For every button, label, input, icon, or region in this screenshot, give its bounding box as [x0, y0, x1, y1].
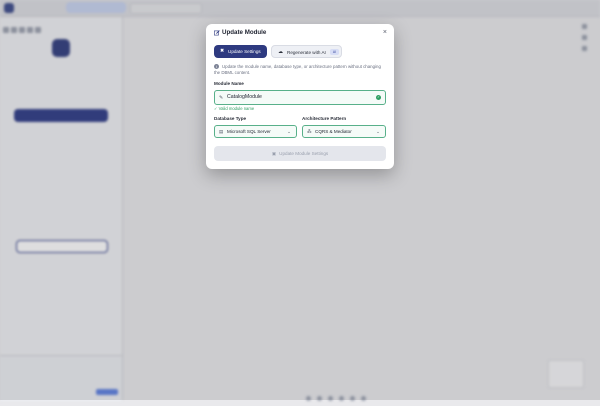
- database-icon: ▤: [219, 129, 224, 134]
- module-name-value: CatalogModule: [227, 94, 262, 100]
- check-circle-icon: ✓: [376, 95, 381, 100]
- edit-icon: [214, 30, 220, 36]
- database-type-value: Microsoft SQL Server: [227, 129, 271, 134]
- database-type-label: Database Type: [214, 116, 247, 121]
- wrench-icon: ✖: [220, 48, 225, 54]
- architecture-pattern-value: CQRS & Mediator: [315, 129, 352, 134]
- robot-icon: ☁: [278, 49, 283, 55]
- close-icon[interactable]: ×: [383, 29, 387, 37]
- update-module-settings-button[interactable]: ▣ Update Module Settings: [214, 146, 386, 161]
- tab-regenerate-with-ai[interactable]: ☁ Regenerate with AI AI: [271, 45, 342, 58]
- save-icon: ▣: [271, 151, 277, 156]
- tab-label: Update Settings: [228, 49, 261, 54]
- sitemap-icon: ⁂: [307, 129, 312, 134]
- architecture-pattern-label: Architecture Pattern: [302, 116, 347, 121]
- architecture-pattern-select[interactable]: ⁂ CQRS & Mediator ⌄: [302, 125, 386, 138]
- dialog-title: Update Module: [222, 29, 267, 36]
- database-type-select[interactable]: ▤ Microsoft SQL Server ⌄: [214, 125, 297, 138]
- info-text: Update the module name, database type, o…: [214, 64, 381, 75]
- module-name-label: Module Name: [214, 81, 244, 86]
- submit-label: Update Module Settings: [279, 151, 329, 156]
- pencil-icon: ✎: [219, 95, 224, 101]
- ai-badge: AI: [330, 49, 339, 55]
- chevron-down-icon: ⌄: [287, 129, 291, 134]
- tab-label: Regenerate with AI: [287, 50, 326, 55]
- validation-message: ✓ Valid module name: [214, 106, 255, 111]
- chevron-down-icon: ⌄: [376, 129, 380, 134]
- module-name-input[interactable]: ✎ CatalogModule ✓: [214, 90, 386, 105]
- tab-update-settings[interactable]: ✖ Update Settings: [214, 45, 267, 58]
- update-module-dialog: Update Module × ✖ Update Settings ☁ Rege…: [206, 24, 394, 169]
